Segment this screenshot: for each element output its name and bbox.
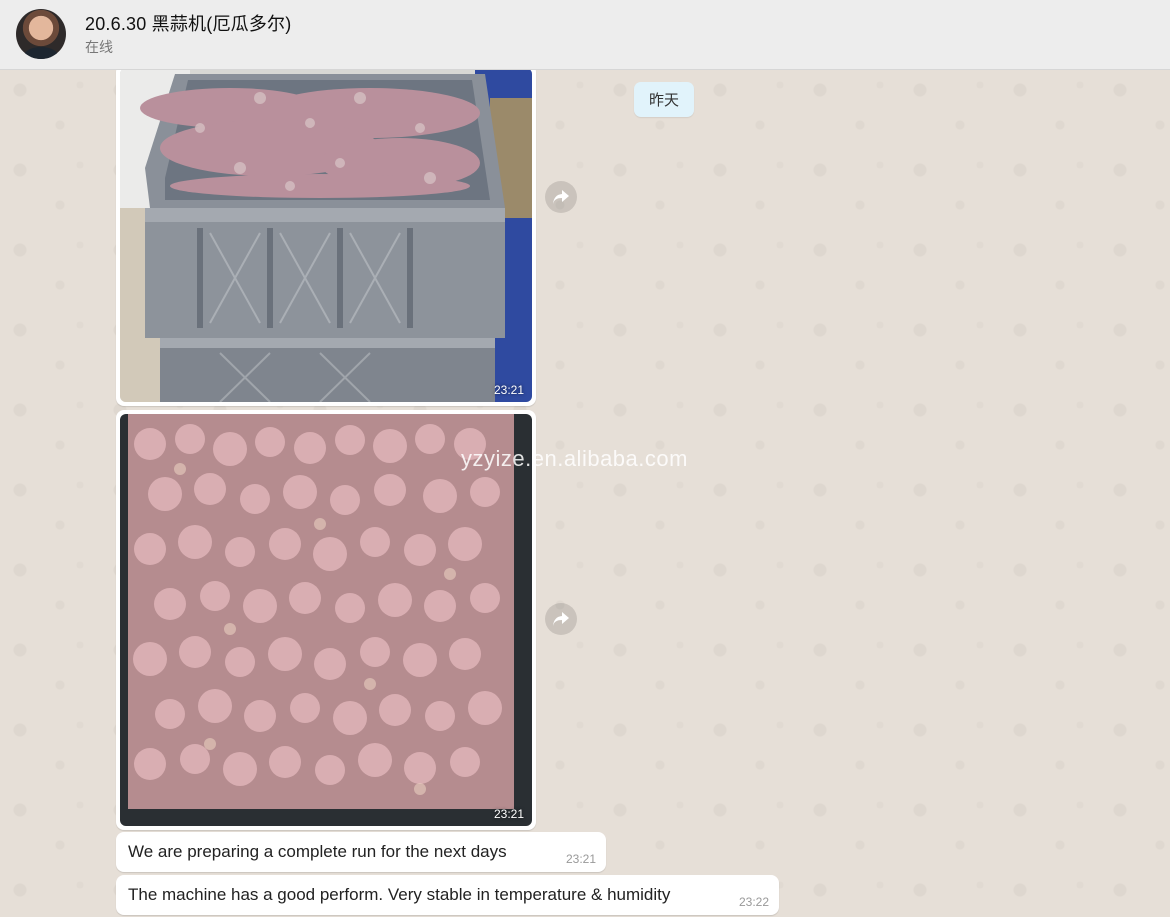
chat-header[interactable]: 20.6.30 黑蒜机(厄瓜多尔) 在线: [0, 0, 1170, 70]
share-forward-icon: [553, 612, 569, 626]
image-message-garlic[interactable]: 23:21: [116, 410, 536, 830]
contact-avatar[interactable]: [16, 9, 66, 59]
crate-photo[interactable]: 23:21: [120, 70, 532, 402]
text-message[interactable]: We are preparing a complete run for the …: [116, 832, 606, 872]
contact-name[interactable]: 20.6.30 黑蒜机(厄瓜多尔): [85, 10, 291, 36]
message-text: We are preparing a complete run for the …: [128, 842, 507, 861]
message-time: 23:22: [738, 895, 769, 909]
watermark: yzyize.en.alibaba.com: [461, 446, 688, 471]
contact-status: 在线: [85, 39, 113, 55]
chat-panel: 昨天 23:21 23:21 yzyize.en.alibaba.com We …: [0, 70, 1170, 917]
forward-button[interactable]: [545, 603, 577, 635]
share-forward-icon: [553, 190, 569, 204]
message-text: The machine has a good perform. Very sta…: [128, 885, 671, 904]
image-message-crates[interactable]: 23:21: [116, 70, 536, 406]
forward-button[interactable]: [545, 181, 577, 213]
date-divider: 昨天: [634, 82, 695, 117]
text-message[interactable]: The machine has a good perform. Very sta…: [116, 875, 779, 915]
garlic-photo-image: [120, 414, 532, 826]
garlic-photo[interactable]: 23:21: [120, 414, 532, 826]
message-time: 23:21: [565, 852, 596, 866]
message-time: 23:21: [493, 383, 524, 397]
message-time: 23:21: [493, 807, 524, 821]
crate-photo-image: [120, 70, 532, 402]
